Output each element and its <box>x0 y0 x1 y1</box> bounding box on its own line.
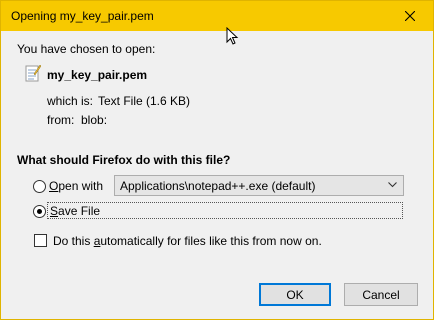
action-question: What should Firefox do with this file? <box>17 153 231 167</box>
title-bar[interactable]: Opening my_key_pair.pem <box>1 1 433 31</box>
save-file-label[interactable]: Save File <box>47 202 403 219</box>
save-file-radio[interactable] <box>33 205 46 218</box>
auto-action-label[interactable]: Do this automatically for files like thi… <box>53 234 322 248</box>
intro-text: You have chosen to open: <box>17 42 156 56</box>
chevron-down-icon <box>388 182 397 188</box>
text-file-icon <box>25 64 41 82</box>
file-name: my_key_pair.pem <box>47 68 148 82</box>
mouse-pointer-icon <box>226 27 239 45</box>
cancel-button[interactable]: Cancel <box>344 283 418 306</box>
source-value: blob: <box>81 113 108 127</box>
file-type-value: Text File (1.6 KB) <box>98 94 191 108</box>
open-with-label[interactable]: Open with <box>49 179 103 193</box>
close-icon <box>405 11 415 21</box>
dialog-window: Opening my_key_pair.pem You have chosen … <box>0 0 434 320</box>
open-with-radio[interactable] <box>33 180 46 193</box>
file-type-label: which is: <box>47 94 94 108</box>
ok-button[interactable]: OK <box>259 283 331 306</box>
source-label: from: <box>47 113 75 127</box>
application-select-value: Applications\notepad++.exe (default) <box>120 179 316 193</box>
window-title: Opening my_key_pair.pem <box>11 9 154 23</box>
auto-action-checkbox[interactable] <box>34 234 47 247</box>
close-button[interactable] <box>387 1 433 31</box>
application-select[interactable]: Applications\notepad++.exe (default) <box>114 175 404 196</box>
